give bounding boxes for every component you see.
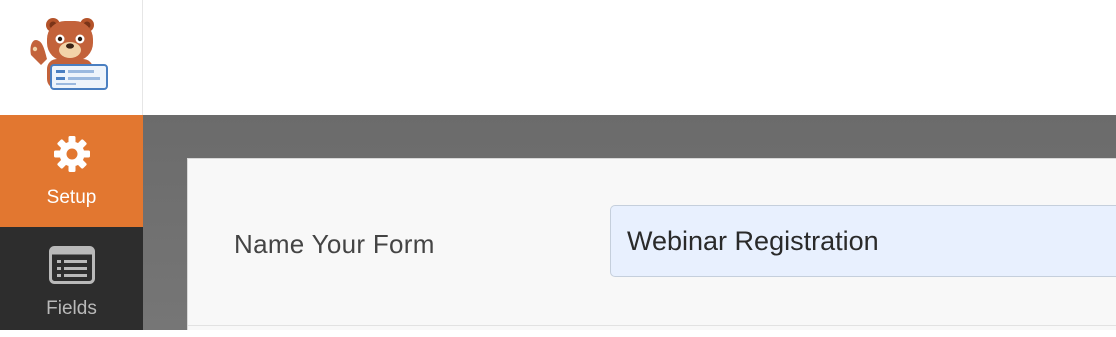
setup-panel: Name Your Form bbox=[187, 158, 1116, 330]
sidebar: Setup Fields bbox=[0, 115, 143, 330]
sidebar-item-setup[interactable]: Setup bbox=[0, 115, 143, 227]
logo-area bbox=[0, 0, 143, 115]
bear-mascot-icon bbox=[25, 15, 117, 100]
sidebar-item-label: Fields bbox=[46, 298, 97, 319]
form-name-input[interactable] bbox=[610, 205, 1116, 277]
fields-list-icon bbox=[48, 243, 95, 287]
sidebar-item-label: Setup bbox=[46, 187, 97, 208]
form-name-label: Name Your Form bbox=[234, 229, 435, 259]
gear-icon bbox=[52, 132, 92, 176]
sidebar-item-fields[interactable]: Fields bbox=[0, 227, 143, 337]
divider bbox=[188, 325, 1116, 326]
top-bar bbox=[143, 0, 1116, 115]
builder-workspace: Name Your Form bbox=[143, 115, 1116, 330]
